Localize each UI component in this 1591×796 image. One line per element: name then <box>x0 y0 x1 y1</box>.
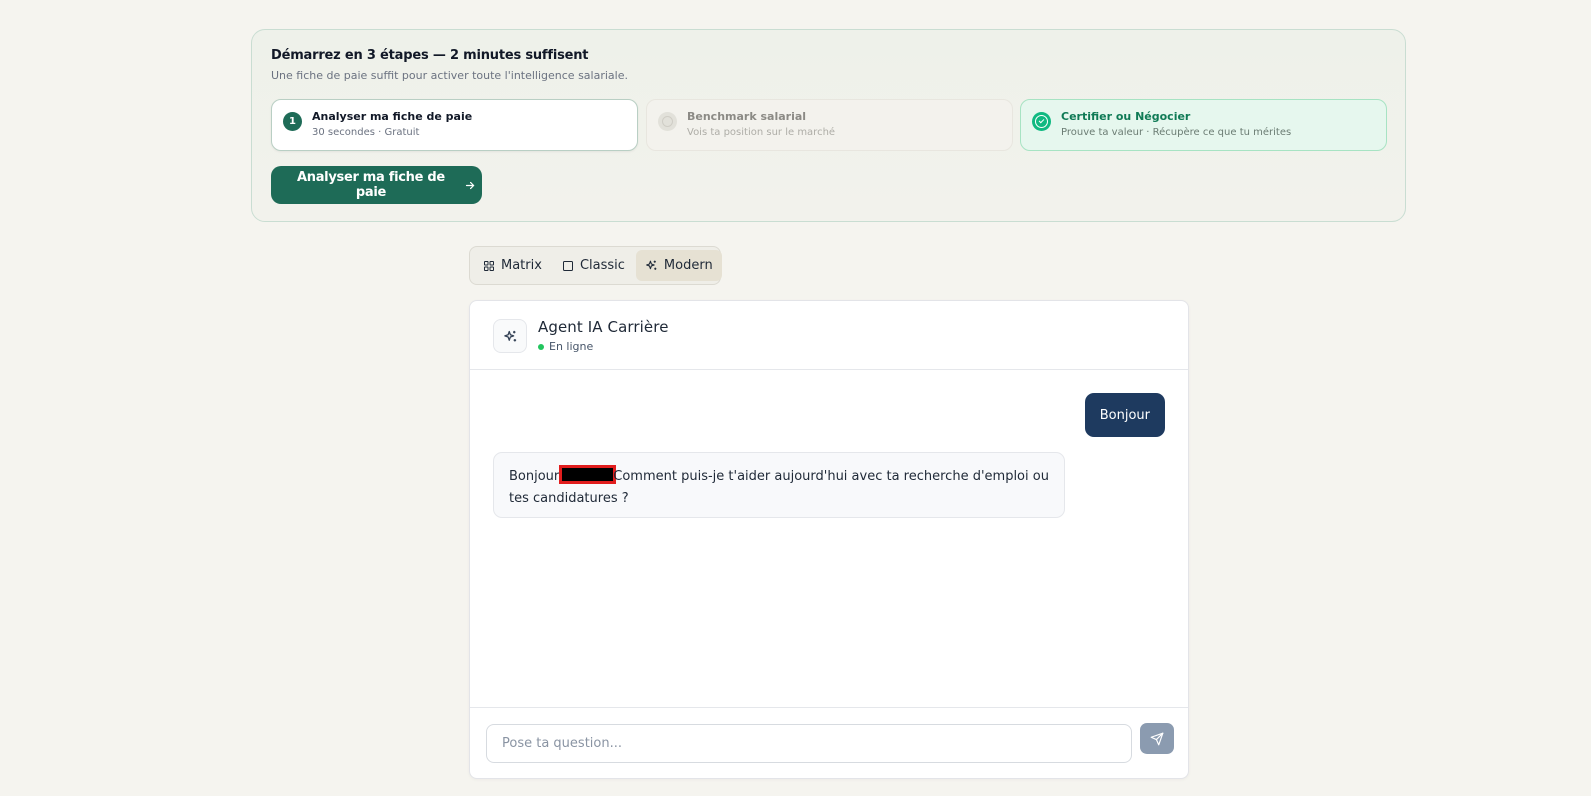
grid-icon <box>484 260 494 271</box>
view-option-modern[interactable]: Modern <box>635 250 722 281</box>
check-circle-icon <box>1032 112 1051 131</box>
step-title: Benchmark salarial <box>687 110 807 123</box>
agent-avatar <box>493 319 527 353</box>
onboarding-subtitle: Une fiche de paie suffit pour activer to… <box>271 69 628 82</box>
step-description: 30 secondes · Gratuit <box>312 127 420 138</box>
agent-name: Agent IA Carrière <box>538 318 669 336</box>
onboarding-title: Démarrez en 3 étapes — 2 minutes suffise… <box>271 48 589 63</box>
agent-message-greeting: Bonjour <box>509 469 560 484</box>
onboarding-card: Démarrez en 3 étapes — 2 minutes suffise… <box>251 29 1406 222</box>
step-description: Prouve ta valeur · Récupère ce que tu mé… <box>1061 127 1292 138</box>
chat-panel: Agent IA Carrière En ligne Bonjour Bonjo… <box>469 300 1189 779</box>
chat-question-input[interactable] <box>486 724 1132 763</box>
step-certify-negotiate[interactable]: Certifier ou Négocier Prouve ta valeur ·… <box>1020 99 1387 151</box>
analyze-payslip-button[interactable]: Analyser ma fiche de paie <box>271 166 482 204</box>
step-salary-benchmark[interactable]: Benchmark salarial Vois ta position sur … <box>646 99 1013 151</box>
step-description: Vois ta position sur le marché <box>687 127 836 138</box>
square-icon <box>562 260 573 271</box>
view-switcher: Matrix Classic Modern <box>469 246 722 285</box>
step-analyze-payslip[interactable]: 1 Analyser ma fiche de paie 30 secondes … <box>271 99 638 151</box>
send-icon <box>1150 732 1164 745</box>
agent-message-bubble: Bonjour Comment puis-je t'aider aujourd'h… <box>493 452 1065 518</box>
status-label: En ligne <box>549 340 594 353</box>
chat-header: Agent IA Carrière En ligne <box>470 301 1188 370</box>
sparkles-icon <box>503 330 516 341</box>
cta-label: Analyser ma fiche de paie <box>296 170 445 200</box>
agent-status: En ligne <box>538 340 593 353</box>
step-title: Certifier ou Négocier <box>1061 110 1191 123</box>
redacted-name-block <box>559 465 617 484</box>
send-button[interactable] <box>1140 723 1174 754</box>
view-option-classic[interactable]: Classic <box>553 250 634 281</box>
step-title: Analyser ma fiche de paie <box>312 110 473 123</box>
arrow-right-icon <box>465 181 475 189</box>
chat-composer <box>470 707 1188 778</box>
user-message-bubble: Bonjour <box>1084 393 1165 437</box>
step-number-badge: 1 <box>283 112 302 131</box>
online-status-dot <box>538 343 544 350</box>
view-option-label: Matrix <box>501 258 542 273</box>
sparkles-icon <box>645 260 657 270</box>
view-option-matrix[interactable]: Matrix <box>474 250 551 281</box>
view-option-label: Modern <box>663 258 713 273</box>
view-option-label: Classic <box>579 258 625 273</box>
pending-circle-icon <box>658 112 677 131</box>
